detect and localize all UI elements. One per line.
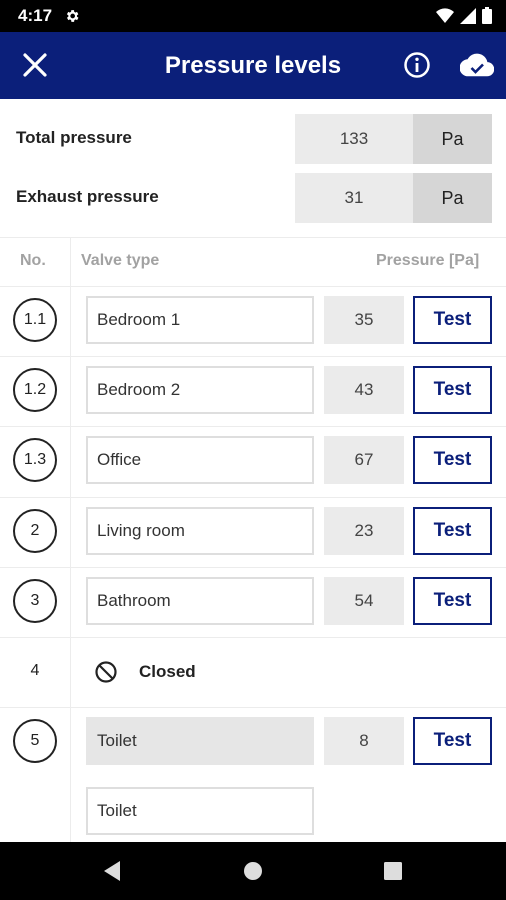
valve-name-input[interactable]: Living room [86, 507, 314, 555]
test-button[interactable]: Test [413, 577, 492, 625]
valve-number: 5 [13, 719, 57, 763]
test-button[interactable]: Test [413, 436, 492, 484]
back-triangle-icon [104, 861, 120, 881]
valve-number: 1.2 [13, 368, 57, 412]
status-bar: 4:17 [0, 0, 506, 32]
valve-pressure-value: 54 [324, 577, 404, 625]
status-time: 4:17 [18, 6, 53, 25]
valve-number: 4 [30, 662, 40, 679]
test-button[interactable]: Test [413, 717, 492, 765]
valve-name-input[interactable]: Bathroom [86, 577, 314, 625]
exhaust-pressure-value: 31 [295, 173, 413, 223]
total-pressure-unit: Pa [413, 114, 492, 164]
valve-name-input[interactable]: Bedroom 1 [86, 296, 314, 344]
back-button[interactable] [100, 859, 124, 883]
valve-pressure-value: 67 [324, 436, 404, 484]
settings-gear-icon [66, 10, 79, 22]
valve-name-display: Toilet [86, 717, 314, 765]
status-icons [436, 7, 492, 24]
divider [0, 237, 506, 238]
valve-pressure-value: 23 [324, 507, 404, 555]
table-row: 3 Bathroom 54 Test [0, 567, 506, 637]
table-row: 5 Toilet 8 Test [0, 707, 506, 777]
valve-name-input[interactable]: Bedroom 2 [86, 366, 314, 414]
info-button[interactable] [398, 46, 436, 84]
exhaust-pressure-label: Exhaust pressure [16, 187, 159, 206]
table-row-sub: Toilet [0, 777, 506, 847]
exhaust-pressure-unit: Pa [413, 173, 492, 223]
exhaust-pressure-row: Exhaust pressure 31 Pa [0, 173, 506, 223]
info-icon [404, 52, 430, 78]
test-button[interactable]: Test [413, 296, 492, 344]
valve-number: 2 [13, 509, 57, 553]
battery-icon [482, 7, 492, 24]
test-button[interactable]: Test [413, 507, 492, 555]
valve-name-input[interactable]: Office [86, 436, 314, 484]
header-pressure: Pressure [Pa] [376, 252, 480, 269]
closed-status-label: Closed [139, 662, 196, 681]
valve-number: 3 [13, 579, 57, 623]
system-nav-bar [0, 842, 506, 900]
table-row: 1.3 Office 67 Test [0, 426, 506, 496]
header-valve-type: Valve type [81, 252, 160, 269]
valve-name-input[interactable]: Toilet [86, 787, 314, 835]
total-pressure-value: 133 [295, 114, 413, 164]
valve-number: 1.3 [13, 438, 57, 482]
home-button[interactable] [241, 859, 265, 883]
test-button[interactable]: Test [413, 366, 492, 414]
table-row: 1.2 Bedroom 2 43 Test [0, 356, 506, 426]
recents-square-icon [384, 862, 402, 880]
cloud-sync-button[interactable] [456, 46, 498, 84]
valve-pressure-value: 8 [324, 717, 404, 765]
valve-pressure-value: 43 [324, 366, 404, 414]
app-bar: Pressure levels [0, 32, 506, 99]
valve-number: 1.1 [13, 298, 57, 342]
header-no: No. [20, 252, 46, 269]
table-row: 2 Living room 23 Test [0, 497, 506, 567]
cloud-check-icon [460, 53, 494, 77]
table-row-closed: 4 Closed [0, 637, 506, 707]
table-row: 1.1 Bedroom 1 35 Test [0, 286, 506, 356]
total-pressure-row: Total pressure 133 Pa [0, 114, 506, 164]
recents-button[interactable] [381, 859, 405, 883]
signal-icon [460, 7, 476, 24]
total-pressure-label: Total pressure [16, 128, 132, 147]
wifi-icon [436, 7, 454, 23]
home-circle-icon [244, 862, 262, 880]
valve-pressure-value: 35 [324, 296, 404, 344]
blocked-icon [95, 661, 117, 683]
